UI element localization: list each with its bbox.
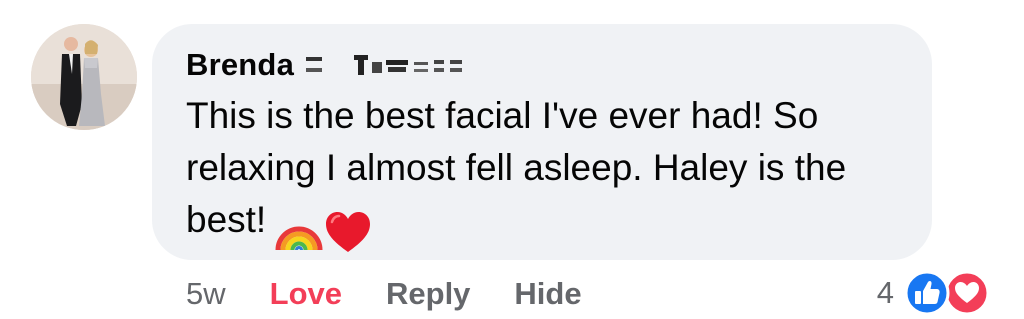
comment-timestamp[interactable]: 5w	[186, 276, 226, 312]
love-icon	[944, 270, 990, 316]
reaction-count[interactable]: 4	[877, 275, 894, 311]
reply-button[interactable]: Reply	[386, 276, 470, 312]
reaction-summary[interactable]: 4	[877, 270, 992, 316]
love-button[interactable]: Love	[270, 276, 342, 312]
avatar[interactable]	[31, 24, 137, 130]
red-heart-icon	[326, 212, 371, 253]
like-icon	[904, 270, 950, 316]
comment-actions: 5w Love Reply Hide	[186, 272, 582, 316]
author-name[interactable]: Brenda	[186, 47, 294, 83]
rainbow-icon	[275, 226, 323, 251]
emoji-group	[274, 204, 372, 256]
hide-button[interactable]: Hide	[514, 276, 581, 312]
reaction-icons	[904, 270, 992, 316]
comment-bubble: Brenda This is the best facial I've ever…	[152, 24, 932, 260]
comment-author[interactable]: Brenda	[186, 47, 486, 83]
comment-body: This is the best facial I've ever had! S…	[186, 90, 916, 256]
redacted-surname	[306, 55, 463, 75]
